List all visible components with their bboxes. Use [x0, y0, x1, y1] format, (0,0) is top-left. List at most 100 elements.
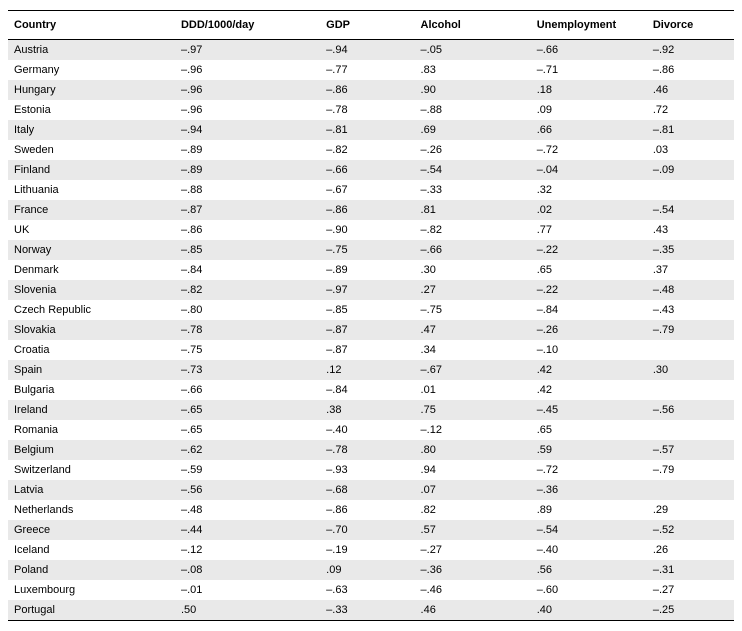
cell-gdp: –.19 [320, 540, 414, 560]
cell-divorce: –.09 [647, 160, 734, 180]
table-row: Czech Republic–.80–.85–.75–.84–.43 [8, 300, 734, 320]
cell-country: France [8, 200, 175, 220]
cell-unemployment: –.22 [531, 280, 647, 300]
cell-alcohol: –.05 [415, 40, 531, 61]
cell-country: Czech Republic [8, 300, 175, 320]
cell-divorce: –.57 [647, 440, 734, 460]
table-row: France–.87–.86.81.02–.54 [8, 200, 734, 220]
cell-alcohol: .83 [415, 60, 531, 80]
cell-country: Bulgaria [8, 380, 175, 400]
cell-unemployment: –.40 [531, 540, 647, 560]
cell-alcohol: .46 [415, 600, 531, 621]
cell-alcohol: –.33 [415, 180, 531, 200]
cell-gdp: –.75 [320, 240, 414, 260]
cell-country: Switzerland [8, 460, 175, 480]
cell-unemployment: .18 [531, 80, 647, 100]
cell-divorce: –.31 [647, 560, 734, 580]
cell-divorce: .37 [647, 260, 734, 280]
cell-country: Poland [8, 560, 175, 580]
cell-divorce [647, 420, 734, 440]
cell-gdp: –.40 [320, 420, 414, 440]
cell-ddd: –.65 [175, 400, 320, 420]
cell-country: Croatia [8, 340, 175, 360]
table-row: Austria–.97–.94–.05–.66–.92 [8, 40, 734, 61]
cell-country: Lithuania [8, 180, 175, 200]
cell-ddd: –.97 [175, 40, 320, 61]
cell-gdp: –.66 [320, 160, 414, 180]
table-row: Slovakia–.78–.87.47–.26–.79 [8, 320, 734, 340]
cell-divorce: .72 [647, 100, 734, 120]
cell-gdp: –.86 [320, 80, 414, 100]
cell-unemployment: .56 [531, 560, 647, 580]
cell-country: UK [8, 220, 175, 240]
cell-alcohol: .27 [415, 280, 531, 300]
cell-alcohol: .80 [415, 440, 531, 460]
cell-divorce [647, 340, 734, 360]
table-row: Croatia–.75–.87.34–.10 [8, 340, 734, 360]
cell-ddd: –.89 [175, 140, 320, 160]
cell-divorce: –.86 [647, 60, 734, 80]
cell-divorce: –.52 [647, 520, 734, 540]
cell-unemployment: .42 [531, 360, 647, 380]
cell-ddd: –.96 [175, 80, 320, 100]
cell-country: Portugal [8, 600, 175, 621]
cell-gdp: –.77 [320, 60, 414, 80]
cell-gdp: –.86 [320, 500, 414, 520]
cell-gdp: –.81 [320, 120, 414, 140]
cell-gdp: –.86 [320, 200, 414, 220]
cell-unemployment: –.66 [531, 40, 647, 61]
cell-ddd: –.01 [175, 580, 320, 600]
cell-alcohol: .75 [415, 400, 531, 420]
cell-divorce: –.81 [647, 120, 734, 140]
cell-ddd: –.82 [175, 280, 320, 300]
cell-alcohol: –.88 [415, 100, 531, 120]
cell-gdp: –.90 [320, 220, 414, 240]
cell-country: Greece [8, 520, 175, 540]
cell-ddd: –.87 [175, 200, 320, 220]
cell-alcohol: .90 [415, 80, 531, 100]
cell-country: Iceland [8, 540, 175, 560]
col-header-divorce: Divorce [647, 11, 734, 40]
cell-alcohol: .57 [415, 520, 531, 540]
cell-ddd: –.89 [175, 160, 320, 180]
cell-unemployment: –.04 [531, 160, 647, 180]
col-header-country: Country [8, 11, 175, 40]
cell-unemployment: –.72 [531, 140, 647, 160]
cell-ddd: –.94 [175, 120, 320, 140]
col-header-gdp: GDP [320, 11, 414, 40]
table-row: Sweden–.89–.82–.26–.72.03 [8, 140, 734, 160]
cell-gdp: –.85 [320, 300, 414, 320]
cell-country: Ireland [8, 400, 175, 420]
cell-unemployment: .09 [531, 100, 647, 120]
cell-ddd: –.56 [175, 480, 320, 500]
cell-unemployment: .40 [531, 600, 647, 621]
cell-country: Luxembourg [8, 580, 175, 600]
cell-alcohol: –.67 [415, 360, 531, 380]
cell-gdp: –.78 [320, 440, 414, 460]
col-header-alcohol: Alcohol [415, 11, 531, 40]
table-row: Luxembourg–.01–.63–.46–.60–.27 [8, 580, 734, 600]
cell-country: Belgium [8, 440, 175, 460]
table-row: Ireland–.65.38.75–.45–.56 [8, 400, 734, 420]
table-row: Lithuania–.88–.67–.33.32 [8, 180, 734, 200]
table-row: Hungary–.96–.86.90.18.46 [8, 80, 734, 100]
table-row: Spain–.73.12–.67.42.30 [8, 360, 734, 380]
cell-unemployment: .42 [531, 380, 647, 400]
table-row: Netherlands–.48–.86.82.89.29 [8, 500, 734, 520]
cell-alcohol: –.54 [415, 160, 531, 180]
table-row: Romania–.65–.40–.12.65 [8, 420, 734, 440]
cell-divorce: –.54 [647, 200, 734, 220]
cell-ddd: –.75 [175, 340, 320, 360]
cell-gdp: –.63 [320, 580, 414, 600]
cell-ddd: –.59 [175, 460, 320, 480]
cell-gdp: –.89 [320, 260, 414, 280]
table-row: Latvia–.56–.68.07–.36 [8, 480, 734, 500]
cell-alcohol: –.75 [415, 300, 531, 320]
cell-ddd: .50 [175, 600, 320, 621]
cell-divorce: –.56 [647, 400, 734, 420]
cell-ddd: –.96 [175, 60, 320, 80]
cell-alcohol: –.27 [415, 540, 531, 560]
cell-gdp: –.78 [320, 100, 414, 120]
cell-alcohol: .69 [415, 120, 531, 140]
cell-country: Austria [8, 40, 175, 61]
